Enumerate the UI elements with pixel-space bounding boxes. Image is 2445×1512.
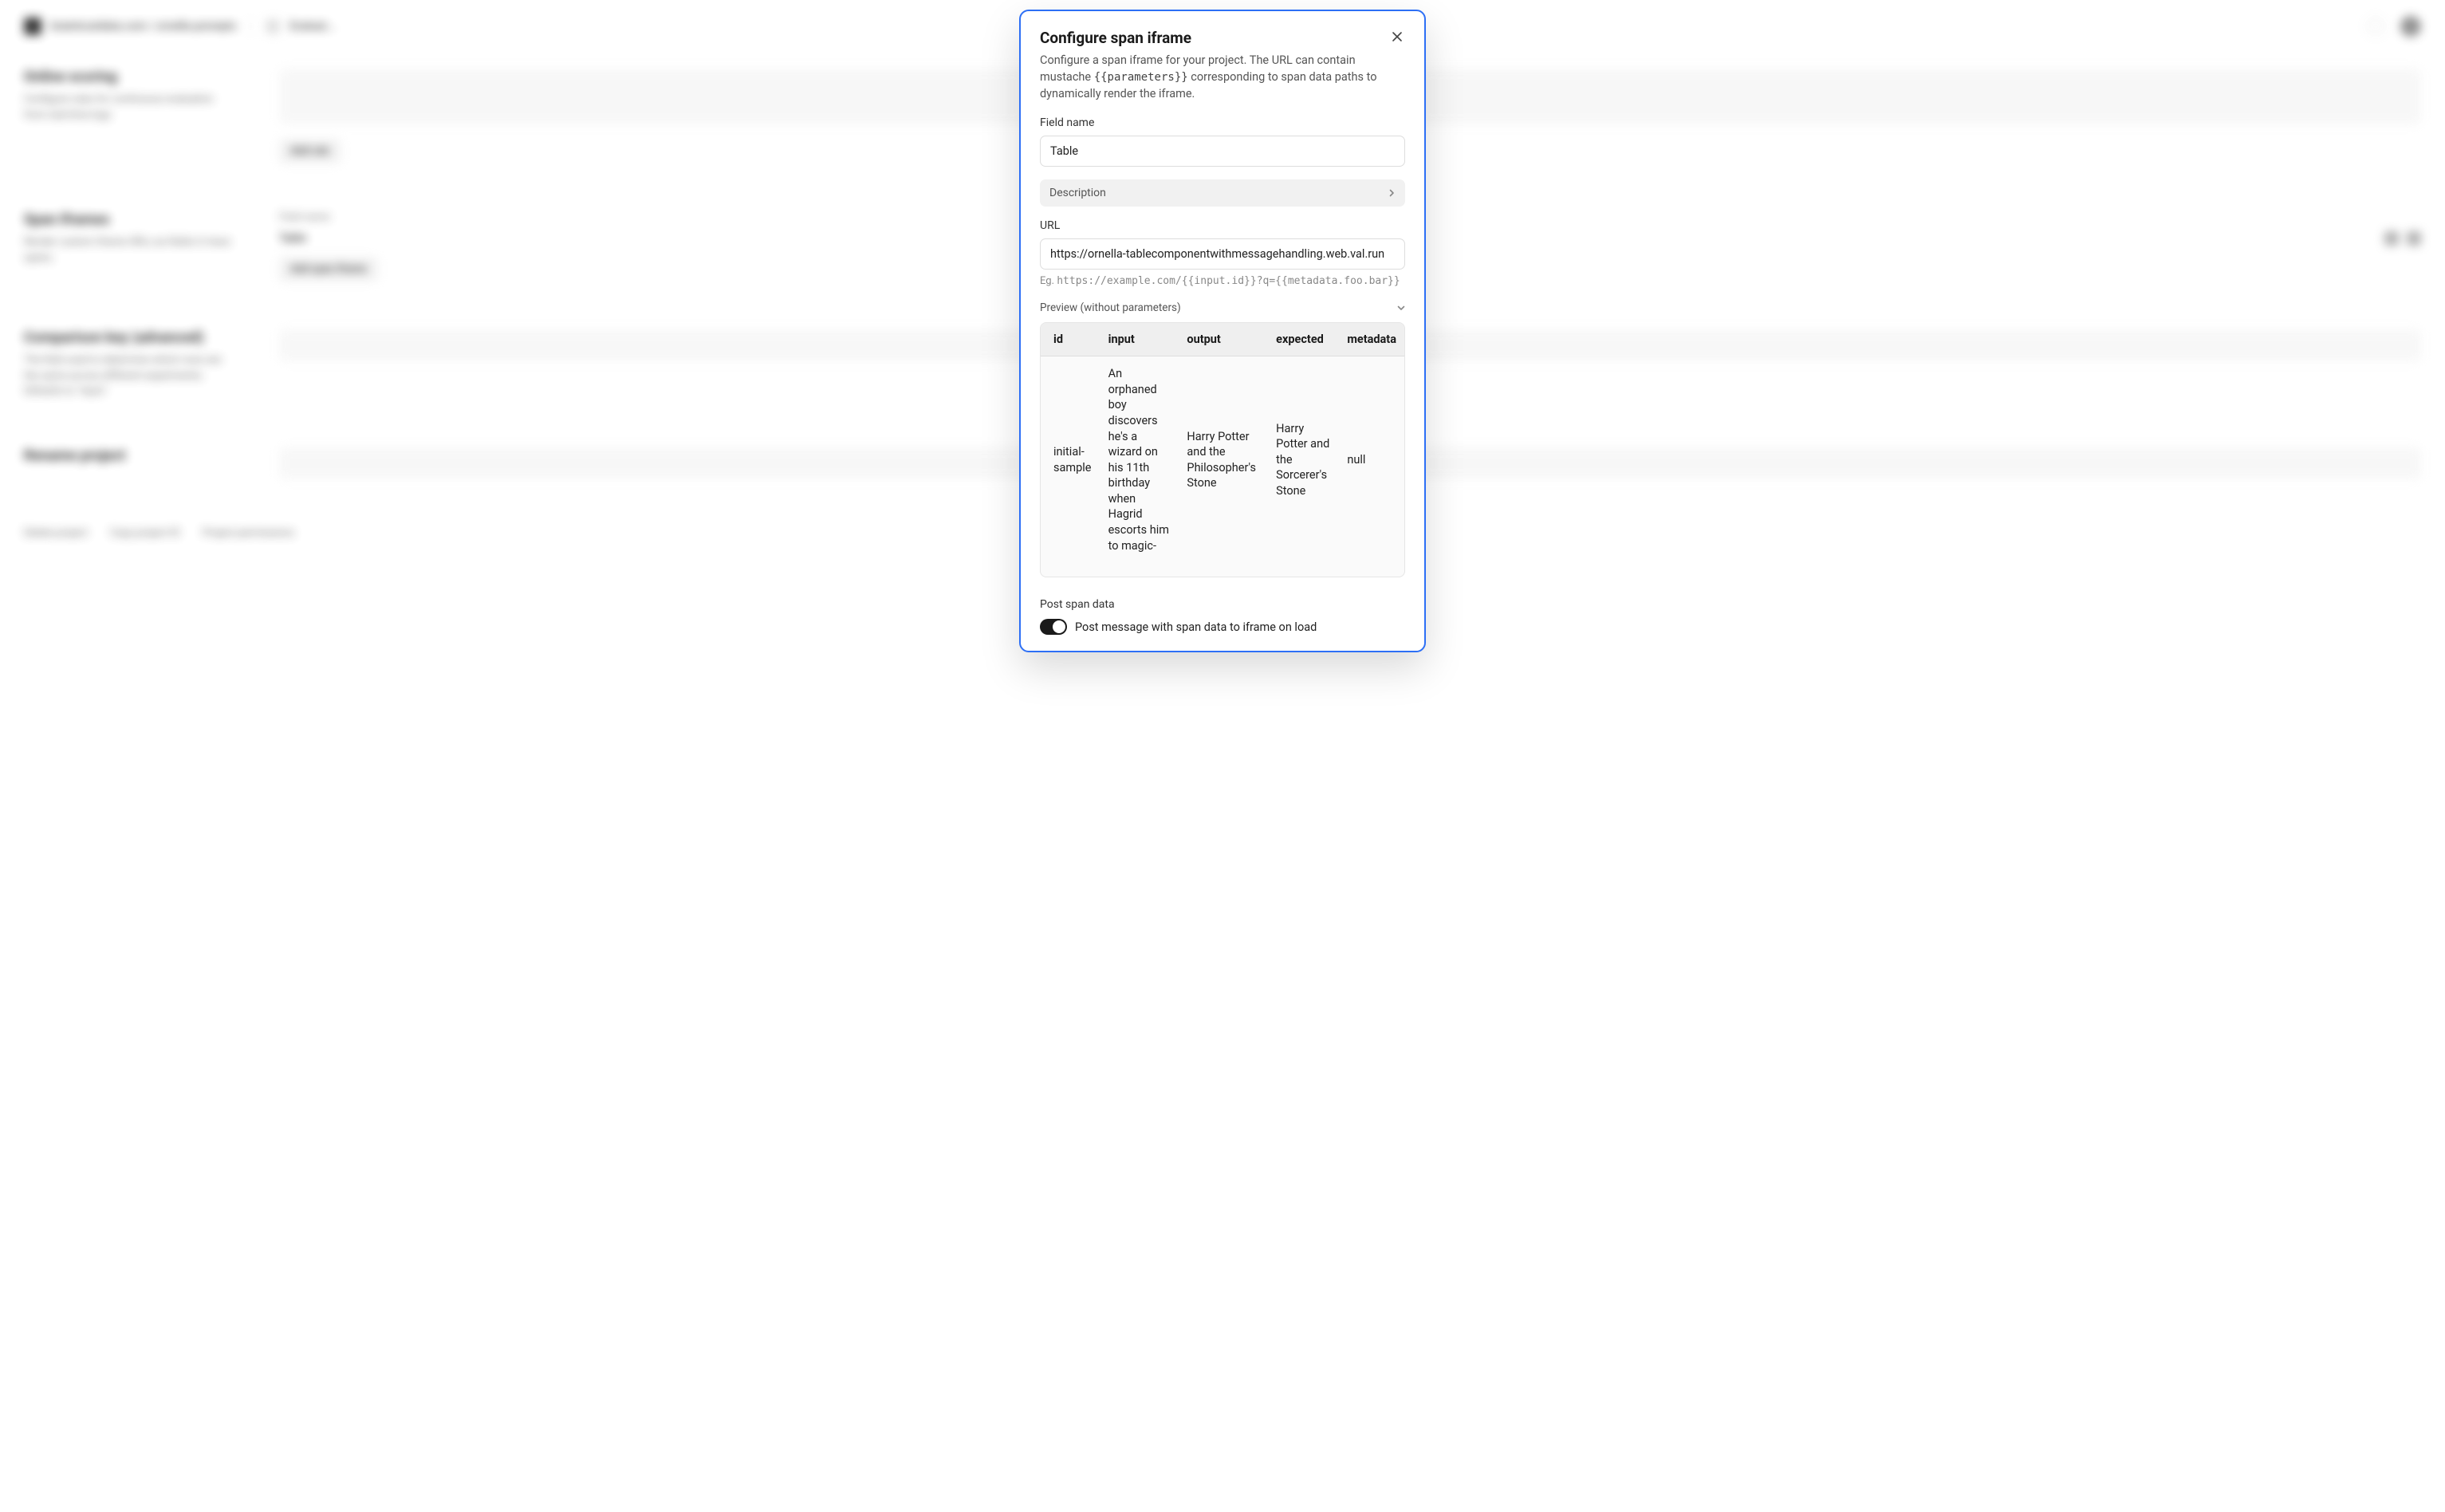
preview-iframe[interactable]: idinputoutputexpectedmetadata initial-sa… bbox=[1040, 322, 1405, 577]
footer-delete: Delete project bbox=[24, 527, 88, 539]
section-sub: Render custom iframe URLs as fields in t… bbox=[24, 234, 231, 266]
field-value: Table bbox=[279, 232, 306, 245]
section-title-rename: Rename project bbox=[24, 447, 231, 464]
chevron-down-icon bbox=[1397, 304, 1405, 312]
post-span-data-toggle[interactable] bbox=[1040, 619, 1067, 635]
preview-label: Preview (without parameters) bbox=[1040, 301, 1181, 314]
section-title-span-iframes: Span iframes bbox=[24, 211, 231, 228]
preview-table: idinputoutputexpectedmetadata initial-sa… bbox=[1041, 323, 1404, 563]
logo bbox=[24, 18, 41, 35]
field-name-input[interactable] bbox=[1040, 136, 1405, 167]
table-cell: Harry Potter and the Sorcerer's Stone bbox=[1268, 356, 1339, 563]
table-header: id bbox=[1041, 323, 1100, 356]
field-name-label: Field name bbox=[1040, 116, 1405, 129]
avatar bbox=[2400, 16, 2421, 37]
add-rule-button: Add rule bbox=[279, 139, 341, 163]
configure-span-iframe-modal: Configure span iframe Configure a span i… bbox=[1019, 10, 1426, 652]
url-input[interactable] bbox=[1040, 238, 1405, 270]
table-cell: Harry Potter and the Philosopher's Stone bbox=[1179, 356, 1268, 563]
preview-toggle[interactable]: Preview (without parameters) bbox=[1040, 300, 1405, 316]
section-sub: Configure rules for continuous evaluatio… bbox=[24, 92, 231, 123]
section-title-comparison-key: Comparison key (advanced) bbox=[24, 329, 231, 346]
section-sub: The field used to determine which rows a… bbox=[24, 352, 231, 400]
nav-item: Evaluat... bbox=[289, 20, 335, 33]
table-cell: initial-sample bbox=[1041, 356, 1100, 563]
modal-description: Configure a span iframe for your project… bbox=[1040, 52, 1405, 102]
footer-permissions: Project permissions bbox=[203, 527, 294, 539]
url-label: URL bbox=[1040, 219, 1405, 232]
add-span-iframe-button: Add span iframe bbox=[279, 257, 378, 282]
url-hint: Eg. https://example.com/{{input.id}}?q={… bbox=[1040, 275, 1405, 287]
footer-copy: Copy project ID bbox=[110, 527, 180, 539]
table-cell: An orphaned boy discovers he's a wizard … bbox=[1100, 356, 1179, 563]
table-header: metadata bbox=[1339, 323, 1404, 356]
table-row: initial-sampleAn orphaned boy discovers … bbox=[1041, 356, 1404, 563]
edit-icon bbox=[2384, 231, 2399, 246]
post-span-data-description: Post message with span data to iframe on… bbox=[1075, 620, 1317, 634]
table-header: input bbox=[1100, 323, 1179, 356]
table-cell: null bbox=[1339, 356, 1404, 563]
chevron-right-icon bbox=[1388, 189, 1396, 197]
breadcrumb: braintrustdata.com / ornella-prompts bbox=[51, 20, 236, 33]
help-icon bbox=[2367, 18, 2384, 35]
section-title-online-scoring: Online scoring bbox=[24, 69, 231, 85]
modal-title: Configure span iframe bbox=[1040, 29, 1405, 47]
table-header: expected bbox=[1268, 323, 1339, 356]
post-span-data-label: Post span data bbox=[1040, 598, 1405, 611]
close-icon bbox=[1392, 31, 1403, 42]
delete-icon bbox=[2407, 231, 2421, 246]
table-header: output bbox=[1179, 323, 1268, 356]
close-button[interactable] bbox=[1386, 26, 1408, 48]
description-toggle-label: Description bbox=[1049, 187, 1106, 199]
description-toggle[interactable]: Description bbox=[1040, 179, 1405, 207]
